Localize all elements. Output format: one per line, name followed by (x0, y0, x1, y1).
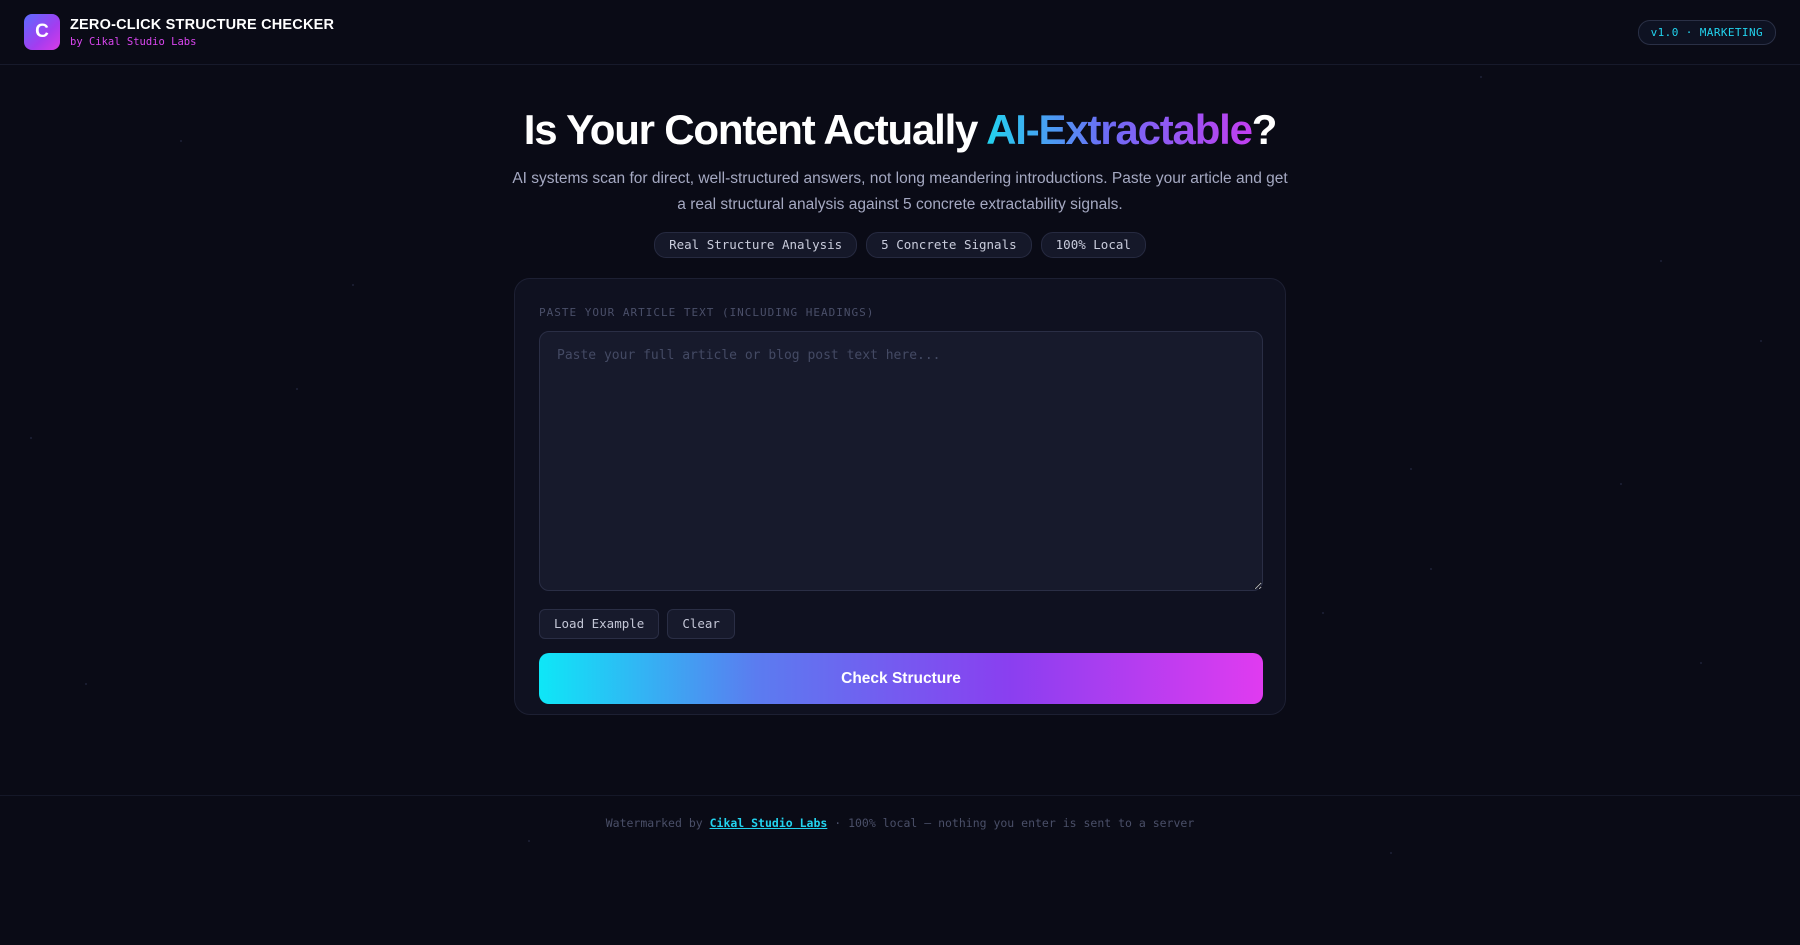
hero-title: Is Your Content Actually AI-Extractable? (0, 104, 1800, 156)
hero-section: Is Your Content Actually AI-Extractable?… (0, 104, 1800, 258)
brand: C ZERO-CLICK STRUCTURE CHECKER by Cikal … (24, 14, 334, 50)
article-text-input[interactable] (539, 331, 1263, 591)
pill-real-structure-analysis: Real Structure Analysis (654, 232, 858, 258)
secondary-actions: Load Example Clear (539, 609, 1261, 639)
hero-title-before: Is Your Content Actually (523, 106, 987, 153)
hero-title-after: ? (1251, 106, 1278, 153)
pill-concrete-signals: 5 Concrete Signals (866, 232, 1032, 258)
clear-button[interactable]: Clear (667, 609, 735, 639)
logo-letter: C (35, 21, 49, 42)
load-example-button[interactable]: Load Example (539, 609, 660, 639)
hero-description: AI systems scan for direct, well-structu… (512, 170, 1288, 213)
article-text-label: PASTE YOUR ARTICLE TEXT (INCLUDING HEADI… (539, 306, 875, 319)
hero-title-highlight: AI-Extractable (986, 106, 1253, 153)
brand-text: ZERO-CLICK STRUCTURE CHECKER by Cikal St… (70, 17, 334, 48)
app-logo-icon: C (24, 14, 60, 50)
version-badge: v1.0 · MARKETING (1637, 19, 1776, 45)
check-structure-button[interactable]: Check Structure (539, 653, 1263, 704)
feature-pills: Real Structure Analysis 5 Concrete Signa… (0, 232, 1800, 258)
page-footer: Watermarked by Cikal Studio Labs · 100% … (0, 795, 1800, 945)
footer-studio-link[interactable]: Cikal Studio Labs (710, 816, 828, 830)
footer-prefix: Watermarked by (605, 816, 710, 830)
app-subtitle: by Cikal Studio Labs (70, 35, 197, 48)
app-header: C ZERO-CLICK STRUCTURE CHECKER by Cikal … (0, 0, 1800, 65)
footer-suffix: · 100% local — nothing you enter is sent… (827, 816, 1195, 830)
pill-local: 100% Local (1040, 232, 1146, 258)
checker-card: PASTE YOUR ARTICLE TEXT (INCLUDING HEADI… (514, 278, 1286, 715)
app-title: ZERO-CLICK STRUCTURE CHECKER (70, 16, 335, 33)
